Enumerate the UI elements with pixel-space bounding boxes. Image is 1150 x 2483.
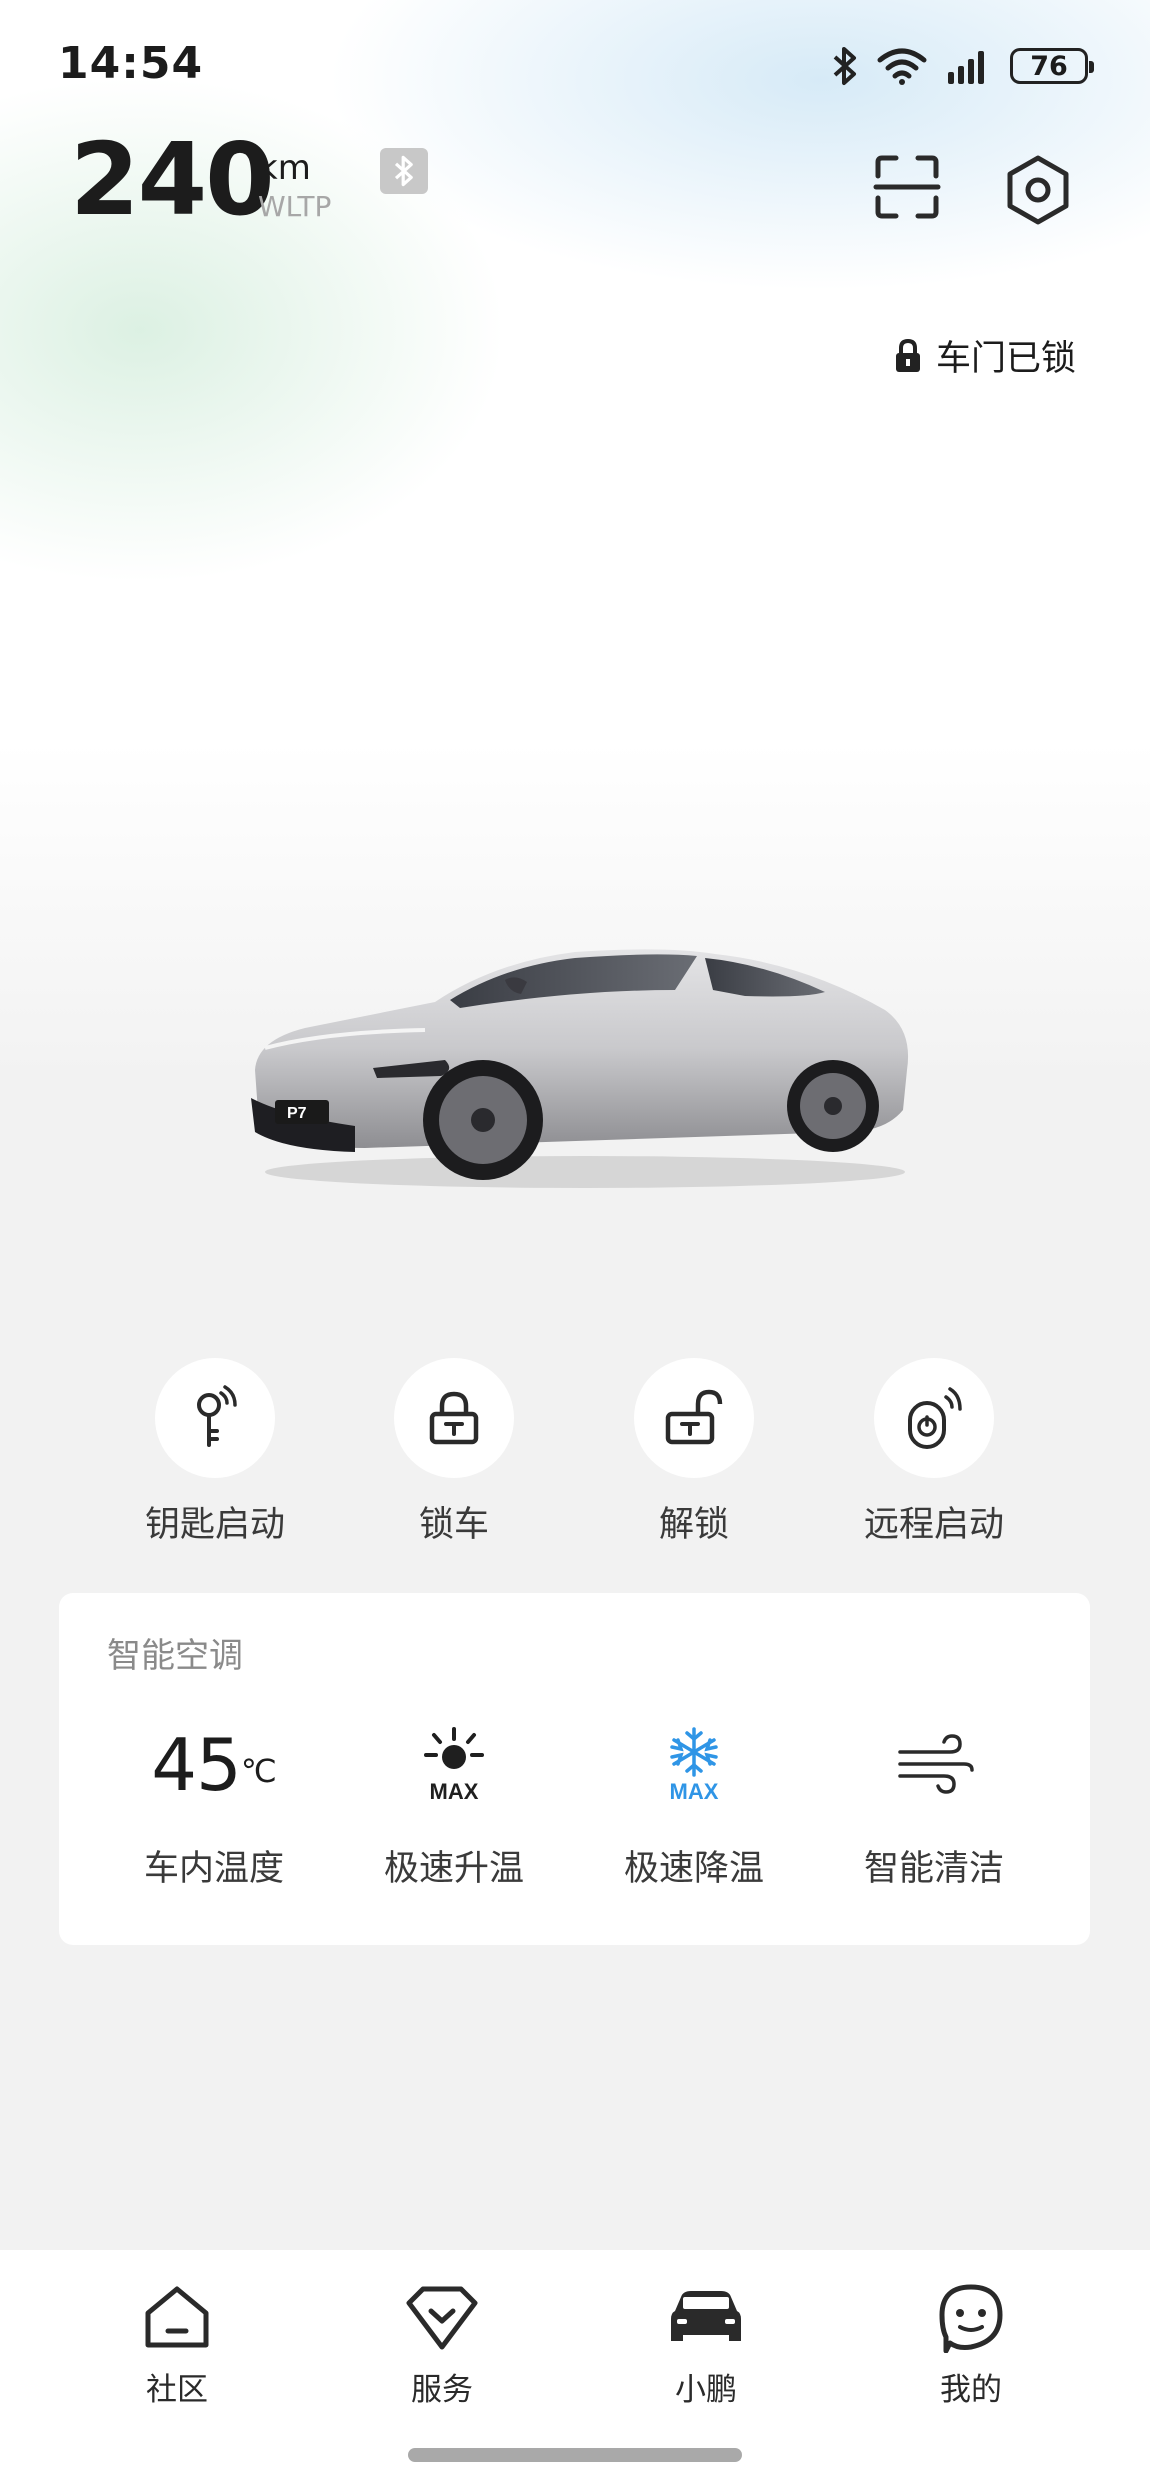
snowflake-max-icon: MAX — [594, 1720, 794, 1810]
padlock-icon — [895, 338, 920, 372]
temperature-unit: ℃ — [240, 1752, 277, 1790]
battery-level: 76 — [1030, 50, 1068, 82]
scan-button[interactable] — [872, 152, 942, 222]
home-indicator[interactable] — [408, 2448, 742, 2462]
nav-xpeng-label: 小鹏 — [675, 2372, 737, 2408]
lock-car-circle — [394, 1358, 514, 1478]
quick-cool-button[interactable]: MAX 极速降温 — [594, 1720, 794, 1891]
signal-icon — [948, 51, 984, 84]
settings-icon — [1007, 155, 1069, 225]
key-start-circle — [155, 1358, 275, 1478]
remote-start-circle — [874, 1358, 994, 1478]
unlock-car-circle — [634, 1358, 754, 1478]
settings-button[interactable] — [1000, 152, 1076, 228]
wifi-icon — [877, 48, 927, 85]
quick-heat-button[interactable]: MAX 极速升温 — [354, 1720, 554, 1891]
cabin-temperature-label: 车内温度 — [143, 1849, 284, 1889]
car-image: P7 — [245, 920, 925, 1200]
bluetooth-key-badge[interactable] — [380, 148, 428, 194]
cool-max-badge: MAX — [670, 1779, 719, 1804]
door-lock-status: 车门已锁 — [894, 330, 1076, 381]
heat-max-badge: MAX — [430, 1779, 479, 1804]
lock-icon — [429, 1391, 479, 1445]
nav-xpeng[interactable]: 小鹏 — [616, 2280, 796, 2409]
home-icon — [87, 2280, 267, 2356]
bluetooth-icon — [394, 155, 413, 187]
range-standard: WLTP — [258, 190, 332, 223]
nav-service-label: 服务 — [411, 2372, 473, 2408]
smart-clean-button[interactable]: 智能清洁 — [834, 1720, 1034, 1891]
unlock-car-button[interactable]: 解锁 — [604, 1358, 784, 1547]
key-start-label: 钥匙启动 — [144, 1505, 285, 1545]
nav-community-label: 社区 — [146, 2372, 208, 2408]
range-unit: km — [258, 148, 311, 188]
status-time: 14:54 — [58, 38, 204, 89]
nav-service[interactable]: 服务 — [352, 2280, 532, 2409]
profile-face-icon — [881, 2280, 1061, 2356]
remote-start-icon — [908, 1387, 962, 1449]
remote-start-button[interactable]: 远程启动 — [844, 1358, 1024, 1547]
car-icon — [616, 2280, 796, 2356]
remote-start-label: 远程启动 — [863, 1505, 1004, 1545]
lock-car-label: 锁车 — [418, 1505, 489, 1545]
climate-title: 智能空调 — [107, 1636, 243, 1676]
scan-icon — [873, 155, 941, 219]
battery-icon: 76 — [1010, 48, 1094, 84]
quick-heat-label: 极速升温 — [383, 1849, 524, 1889]
nav-me-label: 我的 — [940, 2372, 1002, 2408]
nav-community[interactable]: 社区 — [87, 2280, 267, 2409]
range-value: 240 — [70, 121, 275, 238]
quick-cool-label: 极速降温 — [623, 1849, 764, 1889]
bluetooth-icon — [833, 47, 856, 85]
temperature-readout: 45 ℃ — [114, 1720, 314, 1810]
cabin-temperature[interactable]: 45 ℃ 车内温度 — [114, 1720, 314, 1891]
service-shield-icon — [352, 2280, 532, 2356]
smart-clean-label: 智能清洁 — [863, 1849, 1004, 1889]
unlock-icon — [665, 1389, 723, 1445]
nav-me[interactable]: 我的 — [881, 2280, 1061, 2409]
door-lock-text: 车门已锁 — [935, 339, 1076, 379]
svg-text:P7: P7 — [287, 1105, 307, 1122]
key-start-button[interactable]: 钥匙启动 — [125, 1358, 305, 1547]
unlock-car-label: 解锁 — [658, 1505, 729, 1545]
lock-car-button[interactable]: 锁车 — [364, 1358, 544, 1547]
temperature-value: 45 — [151, 1723, 242, 1807]
key-start-icon — [197, 1385, 237, 1447]
wind-icon — [834, 1720, 1034, 1810]
sun-max-icon: MAX — [354, 1720, 554, 1810]
status-icons: 76 — [832, 42, 1094, 90]
